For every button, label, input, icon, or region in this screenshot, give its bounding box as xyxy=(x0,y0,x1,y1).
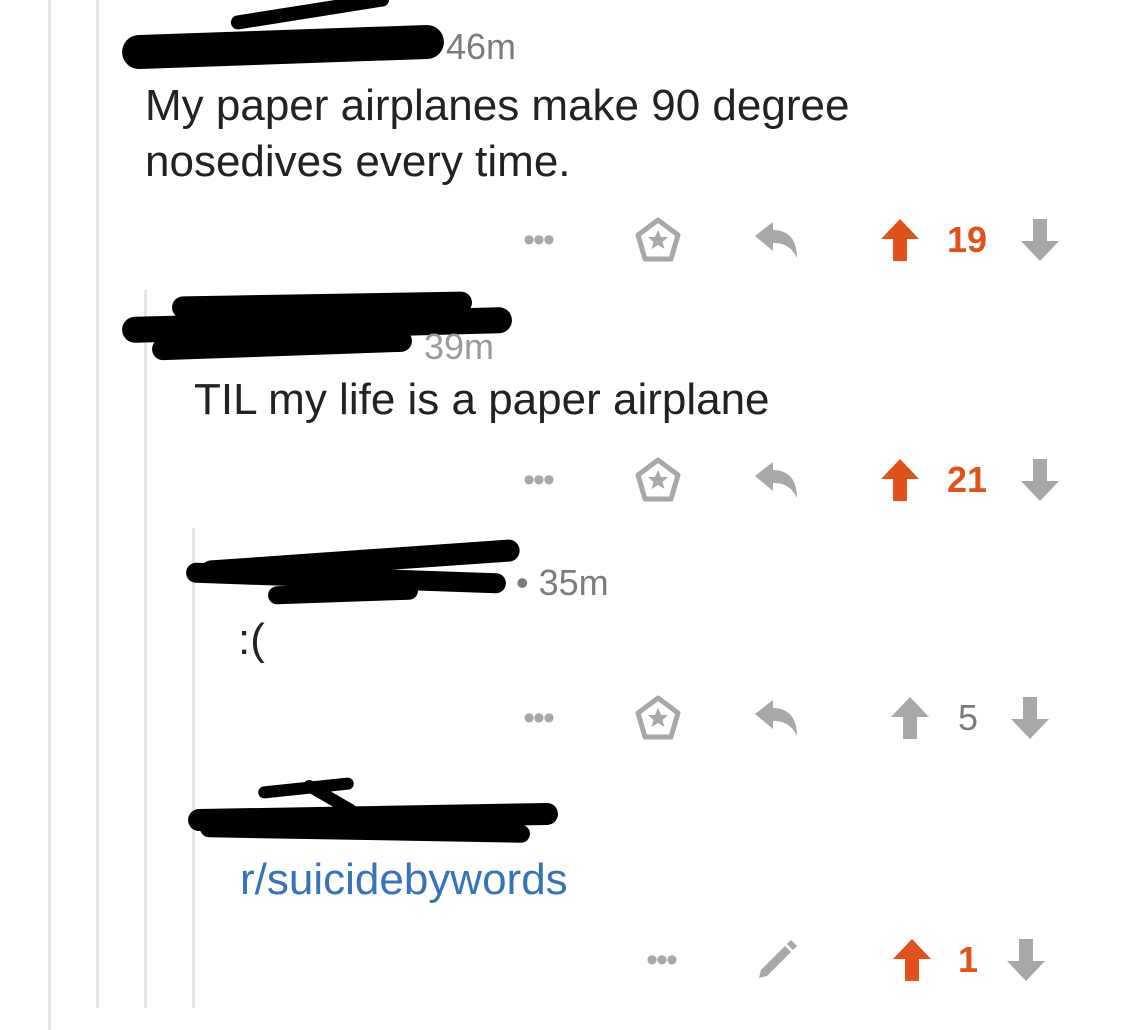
subreddit-link[interactable]: r/suicidebywords xyxy=(240,852,1000,908)
score-value: 1 xyxy=(957,939,979,980)
upvote-arrow-icon xyxy=(893,939,931,981)
edit-button[interactable] xyxy=(754,930,800,990)
more-dots-icon: ••• xyxy=(646,941,678,979)
more-options-button[interactable]: ••• xyxy=(638,930,684,990)
comment-actions: ••• 1 xyxy=(0,930,1125,990)
comment-score: 1 xyxy=(948,930,988,990)
downvote-arrow-icon xyxy=(1007,939,1045,981)
upvote-button[interactable] xyxy=(890,930,934,990)
comment: r/suicidebywords ••• 1 xyxy=(0,0,1125,1000)
pencil-edit-icon xyxy=(759,940,797,978)
downvote-button[interactable] xyxy=(1004,930,1048,990)
